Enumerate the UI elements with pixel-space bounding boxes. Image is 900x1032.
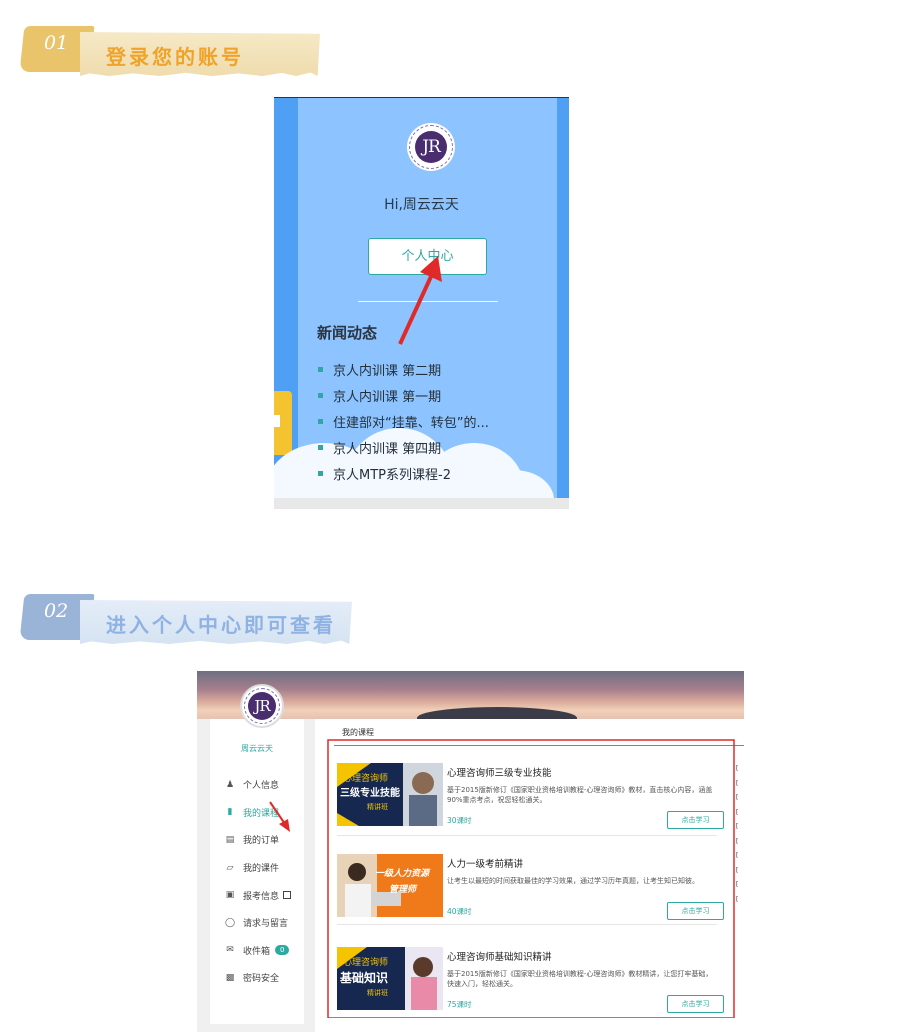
shield-icon: ▩ <box>225 972 235 983</box>
page-title: 我的课程 <box>342 728 374 737</box>
bullet-icon <box>318 366 323 372</box>
avatar[interactable]: JR <box>240 684 284 728</box>
news-list: 京人内训课 第二期 京人内训课 第一期 住建部对“挂靠、转包”的... 京人内训… <box>318 356 489 486</box>
step-title: 进入个人中心即可查看 <box>106 613 336 637</box>
sidebar-item-security[interactable]: ▩ 密码安全 <box>224 964 291 992</box>
news-item[interactable]: 京人内训课 第一期 <box>318 382 489 408</box>
logo-monogram: JR <box>415 131 447 163</box>
card-icon: ▣ <box>225 890 235 901</box>
order-icon: ▤ <box>225 834 235 845</box>
step-number: 02 <box>44 600 69 622</box>
greeting-text: Hi,周云云天 <box>384 197 459 213</box>
side-tab[interactable] <box>274 391 292 455</box>
bullet-icon <box>318 444 323 450</box>
bullet-icon <box>318 392 323 398</box>
expand-icon <box>283 891 292 900</box>
news-item[interactable]: 住建部对“挂靠、转包”的... <box>318 408 489 434</box>
username: 周云云天 <box>241 744 273 753</box>
news-item[interactable]: 京人内训课 第四期 <box>318 434 489 460</box>
step-2-banner: 02 进入个人中心即可查看 <box>19 594 352 650</box>
sidebar-item-exam-info[interactable]: ▣ 报考信息 <box>224 881 292 909</box>
bullet-icon <box>318 418 323 424</box>
news-heading: 新闻动态 <box>317 324 378 342</box>
highlight-box <box>327 739 735 1018</box>
step-title: 登录您的账号 <box>106 45 244 69</box>
chat-icon: ◯ <box>224 917 236 928</box>
news-item[interactable]: 京人内训课 第二期 <box>318 356 489 382</box>
red-arrow-icon <box>269 801 290 832</box>
step-1-banner: 01 登录您的账号 <box>19 26 320 82</box>
user-icon: ♟ <box>225 779 235 790</box>
red-arrow-icon <box>398 256 442 345</box>
brand-logo: JR <box>407 123 455 171</box>
news-item[interactable]: 京人MTP系列课程-2 <box>318 460 489 486</box>
sidebar-item-coursewares[interactable]: ▱ 我的课件 <box>224 854 291 882</box>
inbox-count-badge: 0 <box>275 945 290 956</box>
folder-icon: ▱ <box>226 862 234 873</box>
bullet-icon <box>318 470 323 476</box>
logo-monogram: JR <box>248 692 276 720</box>
sidebar-item-inbox[interactable]: ✉ 收件箱 0 <box>224 937 291 965</box>
book-icon: ▮ <box>227 807 233 818</box>
step-number: 01 <box>44 32 69 54</box>
mail-icon: ✉ <box>226 945 234 956</box>
sidebar-item-requests[interactable]: ◯ 请求与留言 <box>224 909 291 937</box>
right-column-markers: [[[[[[[[[[ <box>736 765 739 903</box>
sidebar-item-profile[interactable]: ♟ 个人信息 <box>224 771 291 799</box>
